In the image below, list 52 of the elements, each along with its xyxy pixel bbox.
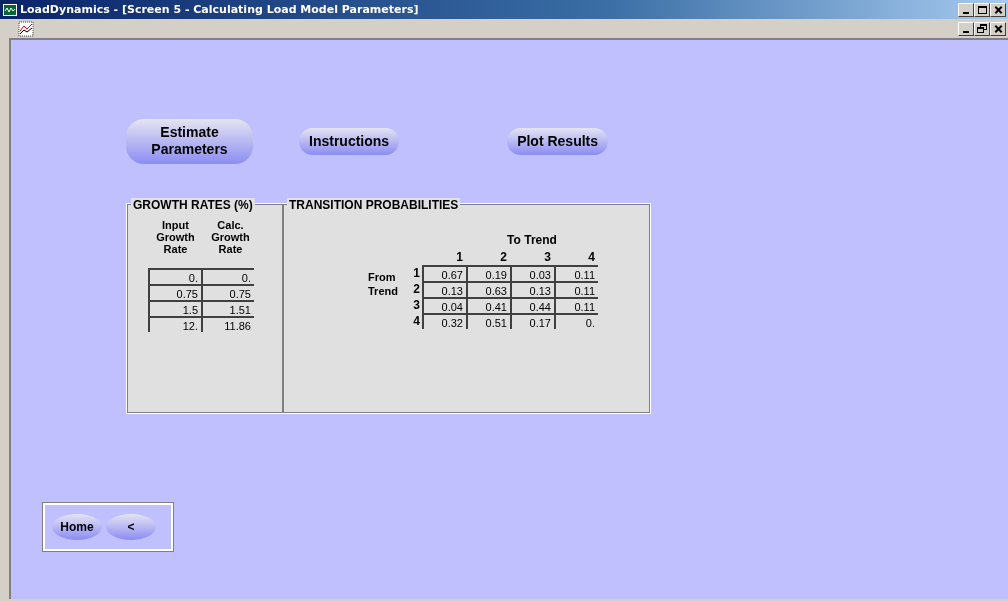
table-cell: 0.19 [466, 265, 510, 281]
nav-button[interactable]: Home [52, 514, 102, 540]
table-cell: 0.75 [201, 284, 254, 300]
table-cell: 11.86 [201, 316, 254, 332]
restore-button[interactable] [974, 21, 990, 36]
minimize-button[interactable] [958, 2, 974, 17]
close-button[interactable] [990, 21, 1006, 36]
axis-label: To Trend [506, 233, 558, 247]
group-title: TRANSITION PROBABILITIES [287, 198, 461, 212]
axis-label: From Trend [368, 270, 399, 299]
close-button[interactable] [990, 2, 1006, 17]
row-header: 3 [412, 297, 421, 313]
nav-button[interactable]: < [106, 514, 156, 540]
row-header: 1 [412, 265, 421, 281]
table-cell: 0.67 [422, 265, 466, 281]
window-title: LoadDynamics - [Screen 5 - Calculating Load Model Parameters] [20, 3, 419, 16]
row-header: 4 [412, 313, 421, 329]
table-cell: 1.51 [201, 300, 254, 316]
column-header: 3 [543, 249, 552, 265]
column-header: 2 [499, 249, 508, 265]
table-cell: 0.51 [466, 313, 510, 329]
table-cell: 12. [148, 316, 201, 332]
table-cell: 0.41 [466, 297, 510, 313]
action-button[interactable]: Instructions [299, 127, 400, 155]
table-cell: 0.75 [148, 284, 201, 300]
column-header: Input Growth Rate [155, 219, 196, 255]
maximize-button[interactable] [974, 2, 990, 17]
table-cell: 0.63 [466, 281, 510, 297]
table-cell: 0.11 [554, 297, 598, 313]
table-cell: 0.13 [422, 281, 466, 297]
table-cell: 0.17 [510, 313, 554, 329]
table-cell: 0. [554, 313, 598, 329]
action-button[interactable]: Estimate Parameters [126, 118, 253, 164]
chart-icon[interactable] [18, 20, 34, 37]
minimize-button[interactable] [958, 21, 974, 36]
table-cell: 0.32 [422, 313, 466, 329]
table-cell: 0.13 [510, 281, 554, 297]
table-cell: 0.03 [510, 265, 554, 281]
table-cell: 0.11 [554, 281, 598, 297]
row-header: 2 [412, 281, 421, 297]
column-header: 1 [455, 249, 464, 265]
table-cell: 1.5 [148, 300, 201, 316]
group-title: GROWTH RATES (%) [131, 198, 255, 212]
table-cell: 0.04 [422, 297, 466, 313]
table-cell: 0. [148, 268, 201, 284]
table-cell: 0.44 [510, 297, 554, 313]
app-icon [3, 3, 17, 16]
table-cell: 0. [201, 268, 254, 284]
action-button[interactable]: Plot Results [507, 127, 609, 155]
column-header: Calc. Growth Rate [210, 219, 251, 255]
column-header: 4 [587, 249, 596, 265]
table-cell: 0.11 [554, 265, 598, 281]
